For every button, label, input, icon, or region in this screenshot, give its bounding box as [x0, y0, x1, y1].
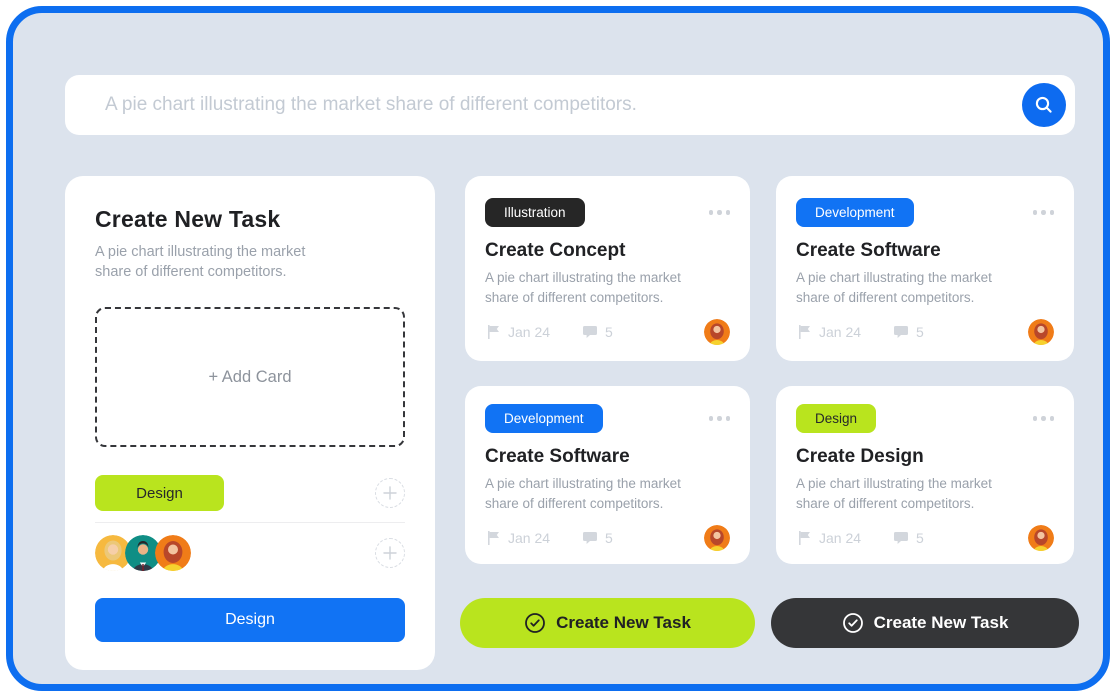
task-board: Illustration Create Concept A pie chart … [465, 176, 1074, 648]
task-card[interactable]: Development Create Software A pie chart … [465, 386, 750, 564]
card-tag: Development [796, 198, 914, 227]
card-title: Create Software [485, 446, 730, 468]
divider [95, 522, 405, 523]
card-menu-icon[interactable] [709, 206, 731, 219]
search-input[interactable] [105, 94, 1022, 116]
add-card-label: + Add Card [208, 368, 291, 387]
search-bar [65, 75, 1075, 135]
card-description: A pie chart illustrating the market shar… [485, 474, 690, 514]
card-title: Create Design [796, 446, 1054, 468]
plus-icon [383, 546, 397, 560]
card-comments: 5 [582, 530, 613, 546]
card-menu-icon[interactable] [1033, 412, 1055, 425]
comment-icon [582, 324, 598, 340]
tag-row: Design [95, 475, 405, 511]
comment-icon [893, 530, 909, 546]
task-card[interactable]: Development Create Software A pie chart … [776, 176, 1074, 361]
add-assignee-button[interactable] [375, 538, 405, 568]
add-tag-button[interactable] [375, 478, 405, 508]
design-submit-button[interactable]: Design [95, 598, 405, 642]
card-date: Jan 24 [796, 324, 861, 340]
plus-icon [383, 486, 397, 500]
cta-label: Create New Task [874, 613, 1009, 633]
card-grid: Illustration Create Concept A pie chart … [465, 176, 1074, 564]
card-date: Jan 24 [796, 530, 861, 546]
check-circle-icon [524, 612, 546, 634]
card-date: Jan 24 [485, 324, 550, 340]
avatar-stack [95, 535, 191, 571]
card-title: Create Concept [485, 240, 730, 262]
avatar-redhead-woman [155, 535, 191, 571]
comment-icon [582, 530, 598, 546]
create-new-task-button-lime[interactable]: Create New Task [460, 598, 755, 648]
create-task-panel: Create New Task A pie chart illustrating… [65, 176, 435, 670]
card-menu-icon[interactable] [1033, 206, 1055, 219]
card-date: Jan 24 [485, 530, 550, 546]
card-title: Create Software [796, 240, 1054, 262]
panel-description: A pie chart illustrating the market shar… [95, 242, 335, 282]
assignee-row [95, 535, 405, 571]
add-card-dropzone[interactable]: + Add Card [95, 307, 405, 447]
card-comments: 5 [893, 324, 924, 340]
card-menu-icon[interactable] [709, 412, 731, 425]
card-description: A pie chart illustrating the market shar… [796, 474, 1001, 514]
flag-icon [485, 324, 501, 340]
card-comments: 5 [893, 530, 924, 546]
search-icon [1033, 94, 1055, 116]
search-button[interactable] [1022, 83, 1066, 127]
card-tag: Development [485, 404, 603, 433]
check-circle-icon [842, 612, 864, 634]
cta-label: Create New Task [556, 613, 691, 633]
comment-icon [893, 324, 909, 340]
task-card[interactable]: Illustration Create Concept A pie chart … [465, 176, 750, 361]
card-tag: Design [796, 404, 876, 433]
app-frame: Create New Task A pie chart illustrating… [6, 6, 1110, 691]
task-card[interactable]: Design Create Design A pie chart illustr… [776, 386, 1074, 564]
card-assignee-avatar [704, 319, 730, 345]
cta-row: Create New Task Create New Task [465, 598, 1074, 648]
card-comments: 5 [582, 324, 613, 340]
panel-title: Create New Task [95, 206, 405, 233]
card-tag: Illustration [485, 198, 585, 227]
flag-icon [796, 530, 812, 546]
design-tag-chip[interactable]: Design [95, 475, 224, 511]
card-description: A pie chart illustrating the market shar… [485, 268, 690, 308]
card-assignee-avatar [1028, 319, 1054, 345]
card-description: A pie chart illustrating the market shar… [796, 268, 1001, 308]
create-new-task-button-dark[interactable]: Create New Task [771, 598, 1079, 648]
flag-icon [796, 324, 812, 340]
card-assignee-avatar [704, 525, 730, 551]
flag-icon [485, 530, 501, 546]
card-assignee-avatar [1028, 525, 1054, 551]
